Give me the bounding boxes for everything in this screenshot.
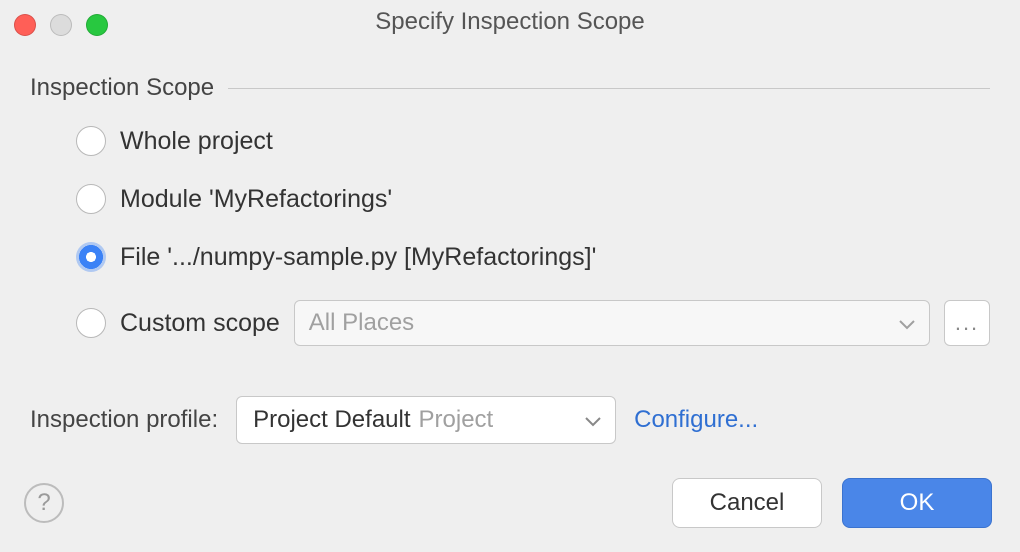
option-whole-project[interactable]: Whole project <box>76 126 990 156</box>
profile-scope: Project <box>419 406 494 434</box>
cancel-button[interactable]: Cancel <box>672 478 822 528</box>
ok-button[interactable]: OK <box>842 478 992 528</box>
option-module[interactable]: Module 'MyRefactorings' <box>76 184 990 214</box>
button-label: Cancel <box>710 489 785 517</box>
ellipsis-icon: ... <box>955 310 979 336</box>
custom-scope-dropdown[interactable]: All Places <box>294 300 930 346</box>
help-button[interactable]: ? <box>24 483 64 523</box>
profile-label: Inspection profile: <box>30 406 218 434</box>
titlebar: Specify Inspection Scope <box>0 0 1020 44</box>
divider <box>228 88 990 89</box>
minimize-icon <box>50 14 72 36</box>
zoom-icon[interactable] <box>86 14 108 36</box>
radio-icon[interactable] <box>76 126 106 156</box>
group-title: Inspection Scope <box>30 74 214 102</box>
profile-selected: Project Default <box>253 406 410 434</box>
window-title: Specify Inspection Scope <box>375 8 645 36</box>
help-icon: ? <box>37 489 50 517</box>
option-custom-scope-row: Custom scope All Places ... <box>76 300 990 346</box>
chevron-down-icon <box>585 406 601 434</box>
radio-icon[interactable] <box>76 308 106 338</box>
option-label: Module 'MyRefactorings' <box>120 185 392 214</box>
inspection-profile-row: Inspection profile: Project Default Proj… <box>30 396 990 444</box>
radio-icon[interactable] <box>76 184 106 214</box>
option-label: File '.../numpy-sample.py [MyRefactoring… <box>120 243 596 272</box>
profile-dropdown[interactable]: Project Default Project <box>236 396 616 444</box>
option-label[interactable]: Custom scope <box>120 309 280 338</box>
option-label: Whole project <box>120 127 273 156</box>
radio-icon-selected[interactable] <box>76 242 106 272</box>
option-file[interactable]: File '.../numpy-sample.py [MyRefactoring… <box>76 242 990 272</box>
dialog-footer: ? Cancel OK <box>0 478 1020 552</box>
group-header: Inspection Scope <box>30 74 990 102</box>
chevron-down-icon <box>899 309 915 337</box>
traffic-lights <box>14 14 108 36</box>
button-label: OK <box>900 489 935 517</box>
close-icon[interactable] <box>14 14 36 36</box>
dialog-window: Specify Inspection Scope Inspection Scop… <box>0 0 1020 552</box>
more-button[interactable]: ... <box>944 300 990 346</box>
content-area: Inspection Scope Whole project Module 'M… <box>0 44 1020 444</box>
scope-options: Whole project Module 'MyRefactorings' Fi… <box>76 126 990 346</box>
dropdown-value: All Places <box>309 309 414 337</box>
button-bar: Cancel OK <box>672 478 992 528</box>
configure-link[interactable]: Configure... <box>634 406 758 434</box>
